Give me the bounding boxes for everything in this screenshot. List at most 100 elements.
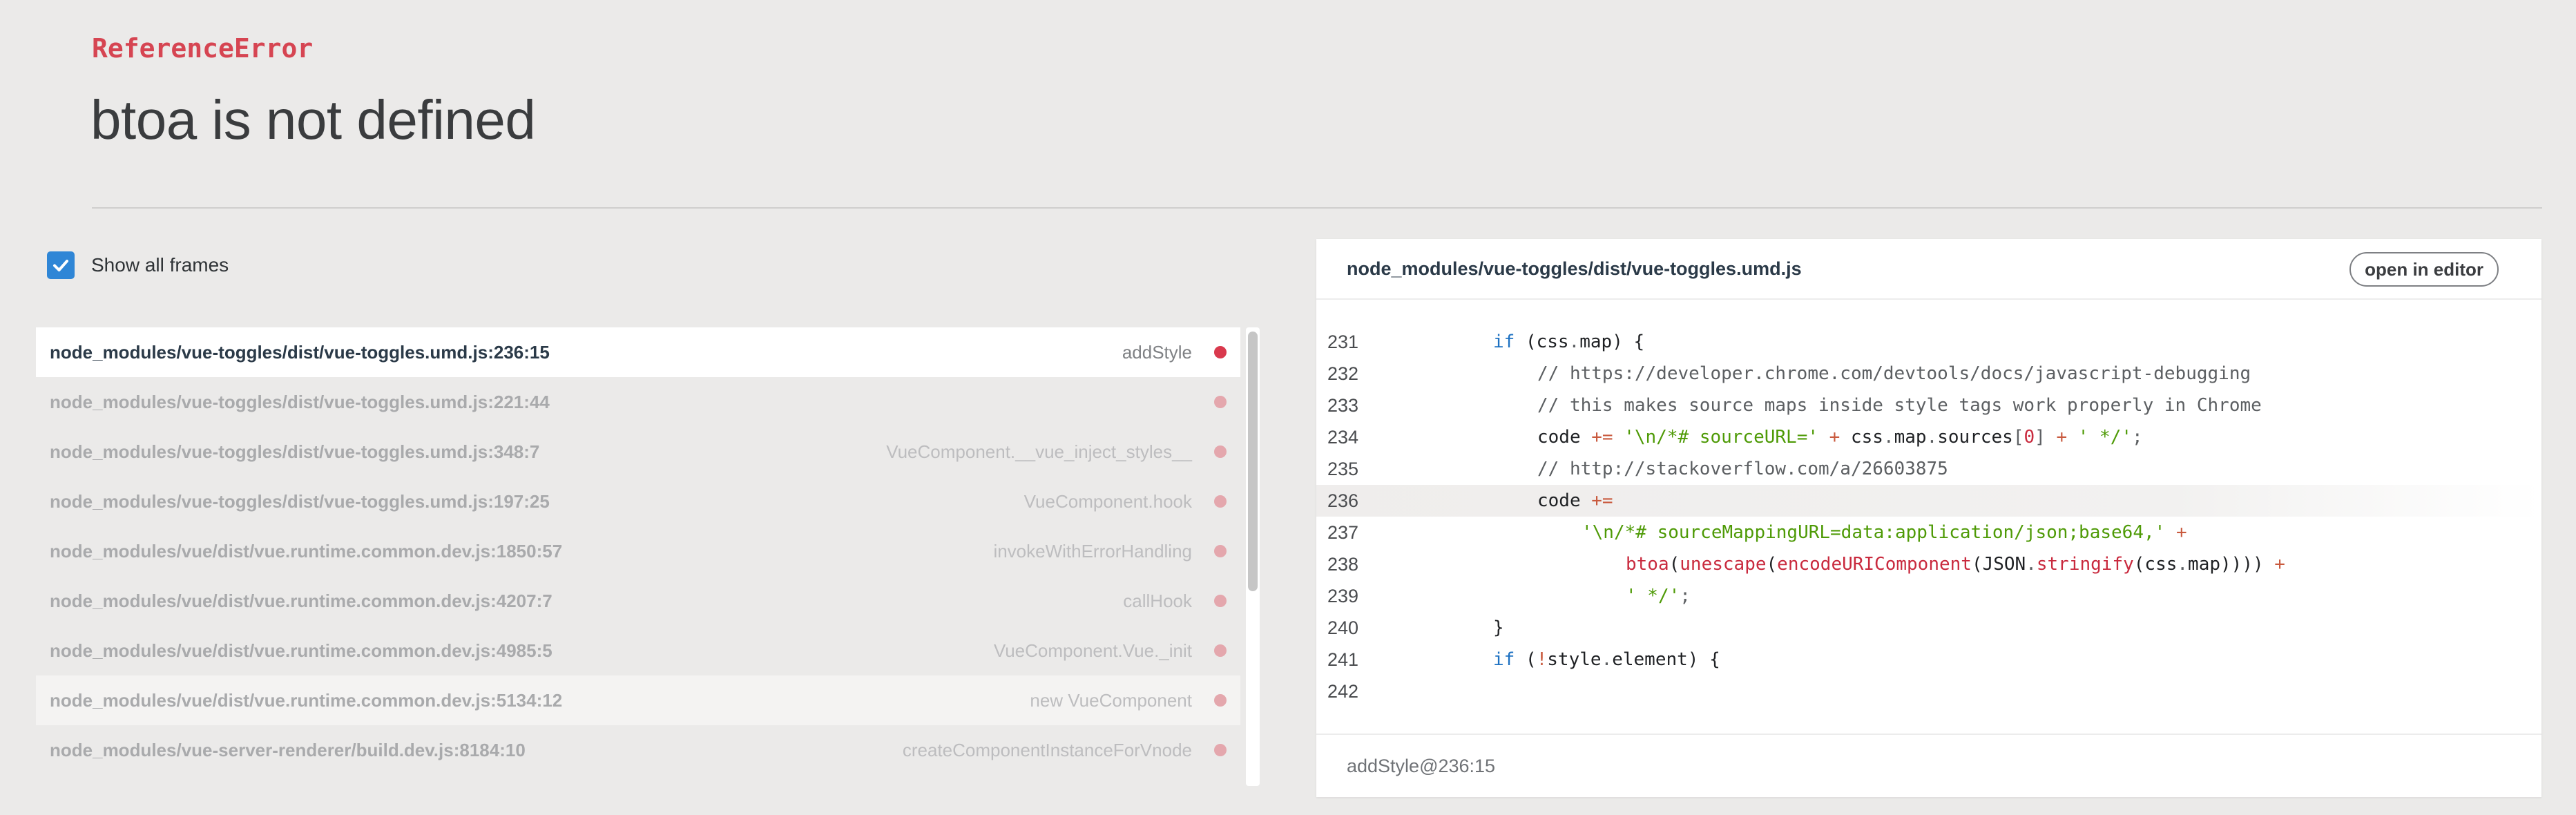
stack-frame[interactable]: node_modules/vue-toggles/dist/vue-toggle…: [36, 327, 1240, 377]
code-token: ;: [1680, 586, 1691, 606]
line-number: 236: [1327, 490, 1359, 511]
code-token: +=: [1591, 427, 1613, 448]
code-line: 238 btoa(unescape(encodeURIComponent(JSON…: [1316, 548, 2541, 580]
dot-icon: [1214, 445, 1227, 458]
code-token: ]: [2035, 427, 2046, 448]
frames-scrollbar[interactable]: [1246, 327, 1260, 786]
code-line: 242: [1316, 675, 2541, 707]
stack-frame[interactable]: node_modules/vue-toggles/dist/vue-toggle…: [36, 377, 1240, 427]
code-line: 240}: [1316, 612, 2541, 644]
stack-frame[interactable]: node_modules/vue-server-renderer/build.d…: [36, 725, 1240, 775]
code-line: 236 code +=: [1316, 485, 2541, 517]
code-token: (: [1515, 649, 1537, 670]
divider: [92, 207, 2542, 209]
code-file-path: node_modules/vue-toggles/dist/vue-toggle…: [1347, 258, 1802, 279]
stack-frame-file: node_modules/vue-toggles/dist/vue-toggle…: [50, 341, 550, 363]
stack-frame-function: VueComponent.__vue_inject_styles__: [886, 441, 1192, 462]
code-token: (JSON: [1971, 554, 2026, 575]
code-token: (: [1515, 332, 1537, 352]
code-token: '\n/*# sourceMappingURL=data:application…: [1582, 522, 2166, 543]
code-line: 231 if (css.map) {: [1316, 326, 2541, 358]
code-line: 241 if (!style.element) {: [1316, 644, 2541, 675]
code-source: // http://stackoverflow.com/a/26603875: [1537, 459, 1948, 479]
line-number: 241: [1327, 649, 1359, 670]
stack-frame-file: node_modules/vue-server-renderer/build.d…: [50, 739, 526, 760]
code-line: 239 ' */';: [1316, 580, 2541, 612]
code-token: .: [2177, 554, 2189, 575]
line-number: 239: [1327, 585, 1359, 606]
code-token: +: [2274, 554, 2285, 575]
code-source: code += '\n/*# sourceURL=' + css.map.sou…: [1537, 427, 2143, 448]
code-token: map: [1894, 427, 1927, 448]
line-number: 234: [1327, 426, 1359, 448]
code-panel-header: node_modules/vue-toggles/dist/vue-toggle…: [1316, 239, 2541, 300]
dot-icon: [1214, 694, 1227, 707]
stack-frame-function: createComponentInstanceForVnode: [902, 739, 1192, 760]
code-token: css: [1840, 427, 1883, 448]
code-token: style: [1547, 649, 1602, 670]
stack-frame-function: VueComponent.hook: [1023, 490, 1192, 512]
line-number: 232: [1327, 363, 1359, 384]
stack-frames-list: node_modules/vue-toggles/dist/vue-toggle…: [36, 327, 1240, 787]
show-all-frames-label: Show all frames: [91, 254, 229, 276]
stack-frame[interactable]: node_modules/vue/dist/vue.runtime.common…: [36, 626, 1240, 675]
code-source: }: [1493, 617, 1504, 638]
stack-frame-function: addStyle: [1122, 341, 1192, 363]
code-source: code +=: [1537, 490, 1613, 511]
code-token: // this makes source maps inside style t…: [1537, 395, 2262, 416]
stack-frame-function: invokeWithErrorHandling: [993, 540, 1192, 562]
stack-frame[interactable]: node_modules/vue-toggles/dist/vue-toggle…: [36, 427, 1240, 477]
stack-frame-file: node_modules/vue-toggles/dist/vue-toggle…: [50, 391, 550, 412]
code-token: (css: [2133, 554, 2178, 575]
dot-icon: [1214, 644, 1227, 657]
code-token: element) {: [1612, 649, 1720, 670]
stack-frame-file: node_modules/vue/dist/vue.runtime.common…: [50, 590, 552, 611]
code-token: ) {: [1612, 332, 1645, 352]
stack-frame[interactable]: node_modules/vue/dist/vue.runtime.common…: [36, 526, 1240, 576]
code-token: // http://stackoverflow.com/a/26603875: [1537, 459, 1948, 479]
open-in-editor-button[interactable]: open in editor: [2349, 252, 2499, 287]
code-token: map: [1579, 332, 1613, 352]
code-token: if: [1493, 332, 1515, 352]
stack-frame-file: node_modules/vue/dist/vue.runtime.common…: [50, 640, 552, 661]
stack-frame-file: node_modules/vue-toggles/dist/vue-toggle…: [50, 490, 550, 512]
stack-frame[interactable]: node_modules/vue/dist/vue.runtime.common…: [36, 675, 1240, 725]
code-token: (: [1669, 554, 1680, 575]
code-line: 234 code += '\n/*# sourceURL=' + css.map.…: [1316, 421, 2541, 453]
code-line: 232 // https://developer.chrome.com/devto…: [1316, 358, 2541, 390]
code-panel: node_modules/vue-toggles/dist/vue-toggle…: [1316, 239, 2541, 797]
code-source: if (css.map) {: [1493, 332, 1644, 352]
code-token: +: [2056, 427, 2068, 448]
code-token: btoa: [1626, 554, 1669, 575]
show-all-frames-checkbox[interactable]: [47, 251, 75, 279]
code-line: 235 // http://stackoverflow.com/a/2660387…: [1316, 453, 2541, 485]
stack-frame[interactable]: node_modules/vue/dist/vue.runtime.common…: [36, 576, 1240, 626]
code-source: // https://developer.chrome.com/devtools…: [1537, 363, 2251, 384]
code-token: .: [2026, 554, 2037, 575]
stack-frame[interactable]: node_modules/vue-toggles/dist/vue-toggle…: [36, 477, 1240, 526]
code-source: '\n/*# sourceMappingURL=data:application…: [1582, 522, 2187, 543]
code-source: btoa(unescape(encodeURIComponent(JSON.st…: [1626, 554, 2285, 575]
stack-frame-function: VueComponent.Vue._init: [993, 640, 1192, 661]
dot-icon: [1214, 495, 1227, 508]
dot-icon: [1214, 346, 1227, 358]
line-number: 233: [1327, 394, 1359, 416]
error-message: btoa is not defined: [90, 89, 536, 151]
line-number: 238: [1327, 553, 1359, 575]
code-source: // this makes source maps inside style t…: [1537, 395, 2262, 416]
code-token: }: [1493, 617, 1504, 638]
code-source: if (!style.element) {: [1493, 649, 1720, 670]
code-token: ' */': [1626, 586, 1680, 606]
show-all-frames-toggle[interactable]: Show all frames: [47, 250, 229, 280]
code-token: .: [1926, 427, 1938, 448]
dot-icon: [1214, 595, 1227, 607]
code-token: 0: [2024, 427, 2035, 448]
code-token: sources: [1937, 427, 2013, 448]
frames-scrollbar-thumb[interactable]: [1248, 332, 1258, 591]
code-token: .: [1883, 427, 1894, 448]
